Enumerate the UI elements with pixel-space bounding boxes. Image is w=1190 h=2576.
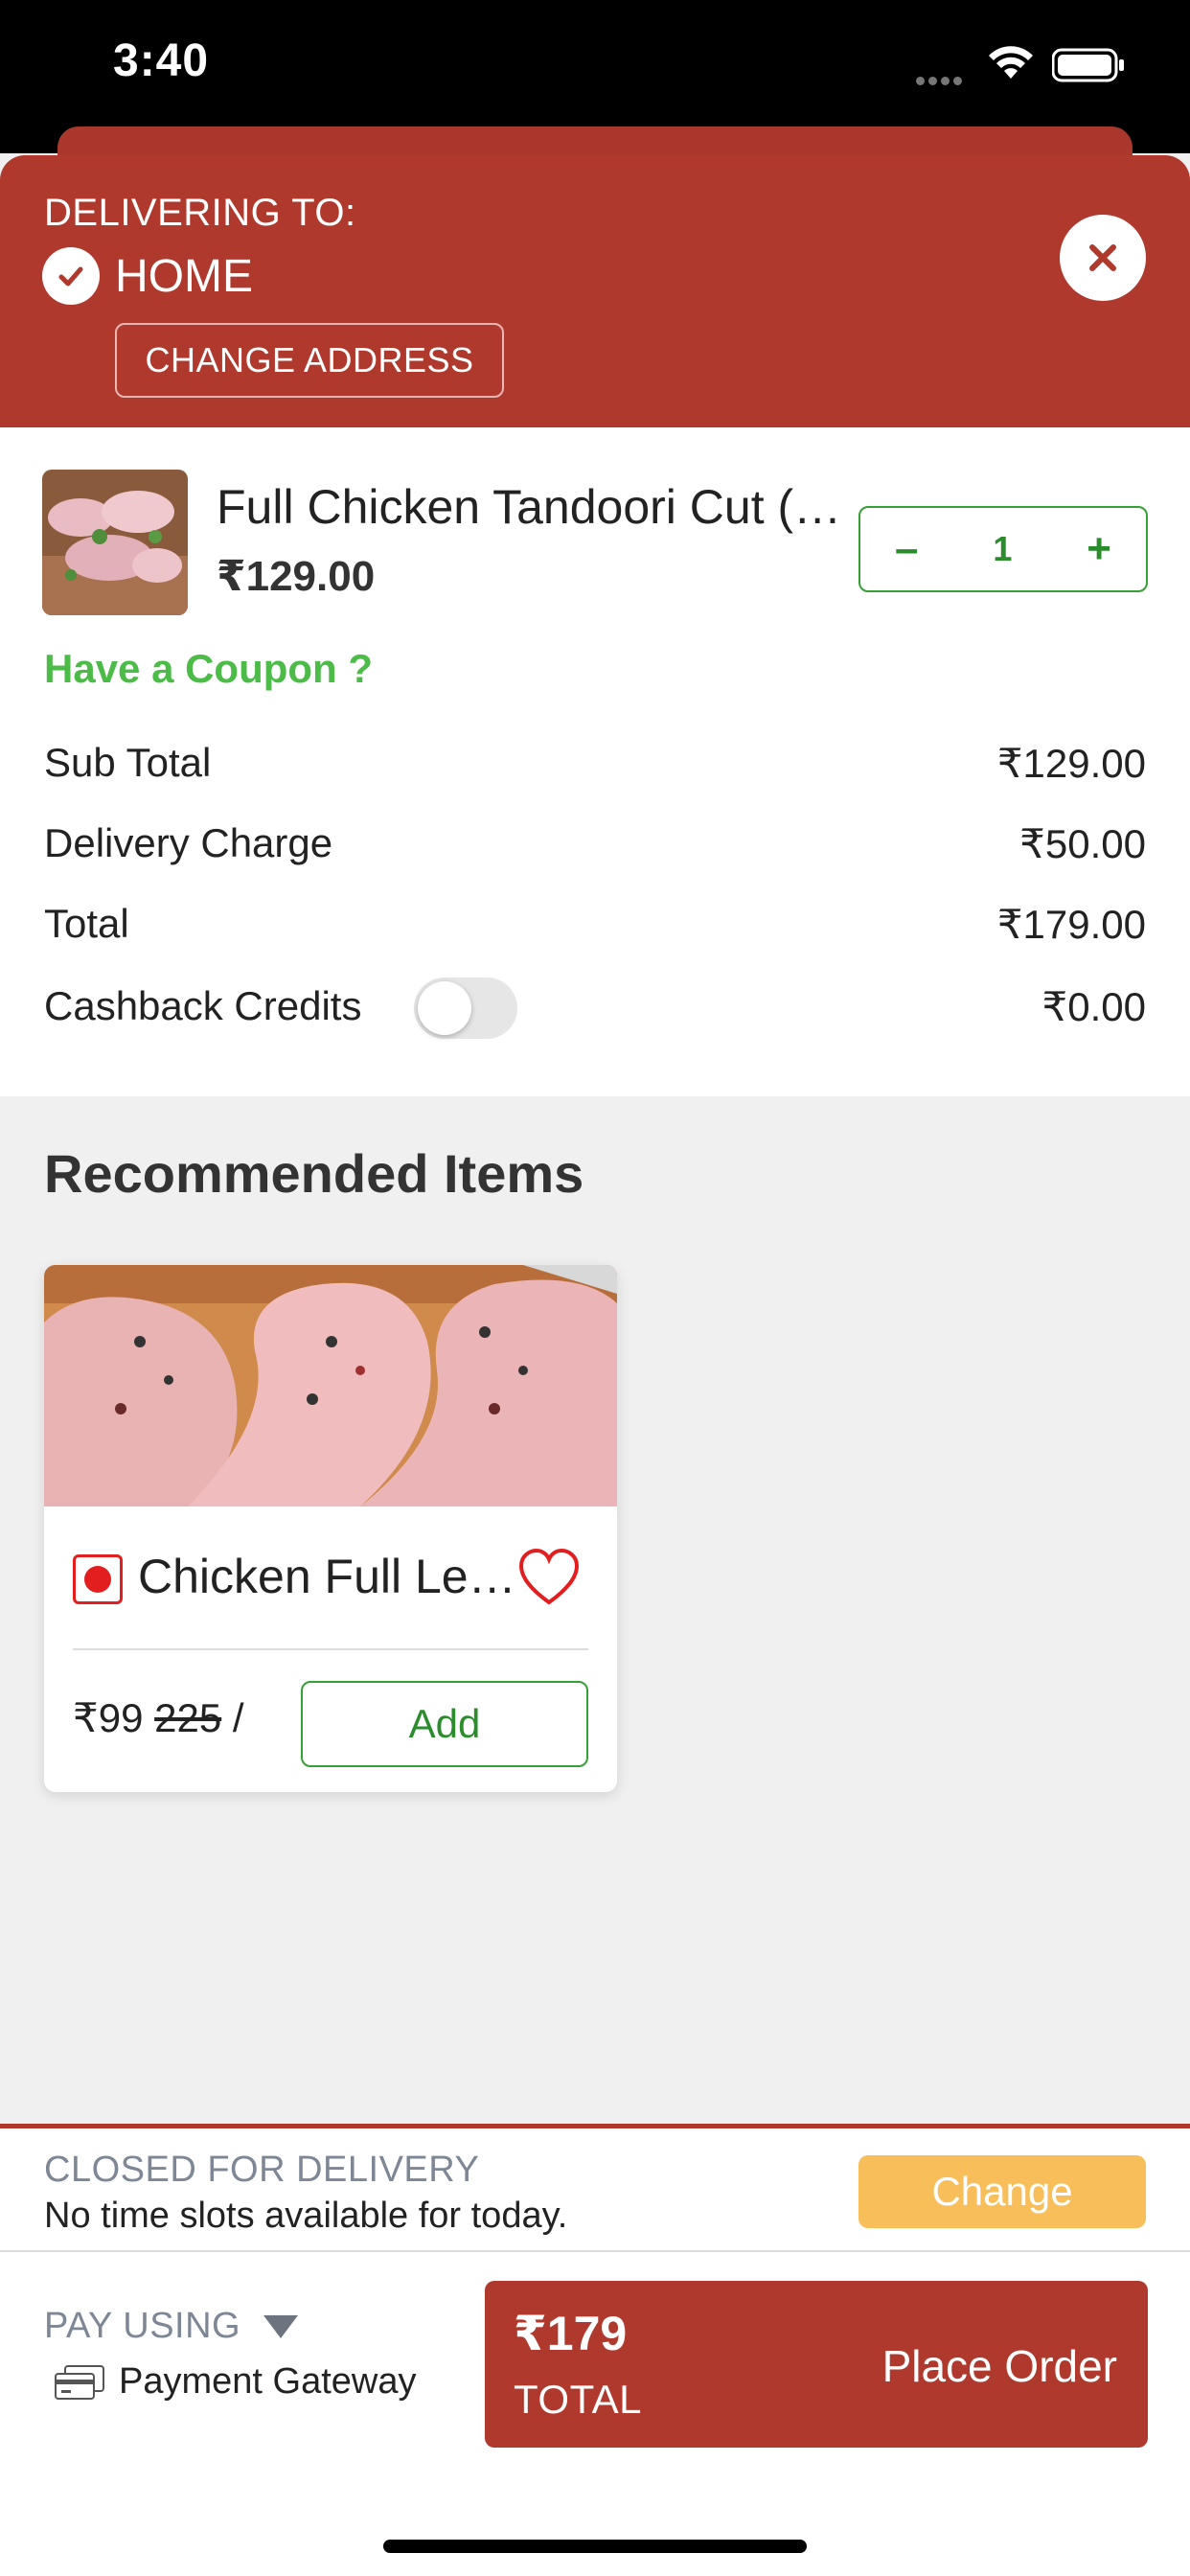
place-order-button[interactable]: ₹179 TOTAL Place Order (485, 2281, 1148, 2448)
wifi-icon (989, 46, 1033, 79)
product-name: Chicken Full Le… (138, 1550, 516, 1603)
delivering-to-label: DELIVERING TO: (44, 192, 356, 234)
dropdown-arrow-icon (263, 2314, 299, 2338)
status-time: 3:40 (113, 35, 210, 86)
total-value: ₹179.00 (996, 902, 1146, 947)
price-unit-separator: / (232, 1695, 244, 1740)
toggle-knob (418, 981, 471, 1035)
quantity-value: 1 (993, 529, 1013, 568)
closed-title: CLOSED FOR DELIVERY (44, 2150, 480, 2190)
close-button[interactable] (1060, 215, 1146, 301)
increase-button[interactable]: + (1087, 525, 1111, 573)
close-icon (1089, 244, 1116, 271)
item-name: Full Chicken Tandoori Cut (… (217, 480, 842, 534)
home-indicator (383, 2540, 807, 2553)
product-price: ₹99 225 / (73, 1694, 244, 1741)
address-name: HOME (115, 250, 253, 302)
signal-icon (916, 73, 970, 85)
coupon-link[interactable]: Have a Coupon ? (44, 646, 373, 692)
delivery-header: DELIVERING TO: HOME CHANGE ADDRESS (0, 155, 1190, 427)
check-icon (42, 247, 100, 305)
cart-screen: 3:40 DELIVERING TO: HOME CHANGE ADDRESS (0, 0, 1190, 2576)
order-total-label: TOTAL (514, 2377, 642, 2422)
place-order-label: Place Order (881, 2341, 1117, 2391)
change-slot-button[interactable]: Change (858, 2155, 1146, 2228)
price-value: ₹99 (73, 1695, 144, 1740)
add-to-cart-button[interactable]: Add (301, 1681, 588, 1767)
card-divider (73, 1648, 588, 1650)
delivery-charge-row: Delivery Charge ₹50.00 (44, 820, 1146, 867)
quantity-stepper: – 1 + (858, 506, 1148, 592)
product-image (44, 1265, 617, 1506)
selected-address: HOME (42, 247, 253, 305)
cashback-label: Cashback Credits (44, 983, 362, 1028)
order-total-amount: ₹179 (514, 2307, 628, 2360)
delivery-charge-label: Delivery Charge (44, 820, 333, 865)
recommended-card[interactable]: Chicken Full Le… ₹99 225 / Add (44, 1265, 617, 1792)
sub-total-row: Sub Total ₹129.00 (44, 740, 1146, 787)
cashback-value: ₹0.00 (1041, 984, 1146, 1029)
card-icon (55, 2364, 104, 2400)
payment-method: Payment Gateway (54, 2361, 416, 2403)
sub-total-label: Sub Total (44, 740, 212, 785)
change-address-button[interactable]: CHANGE ADDRESS (115, 323, 504, 398)
item-price: ₹129.00 (217, 553, 376, 600)
cashback-row: Cashback Credits ₹0.00 (44, 983, 1146, 1030)
payment-method-label: Payment Gateway (119, 2361, 417, 2402)
cart-section: Full Chicken Tandoori Cut (… ₹129.00 – 1… (0, 427, 1190, 1096)
non-veg-icon (73, 1554, 123, 1604)
total-label: Total (44, 901, 129, 946)
original-price: 225 (154, 1695, 222, 1740)
sub-total-value: ₹129.00 (996, 741, 1146, 786)
payment-bar: PAY USING Payment Gateway ₹179 TOTAL Pla… (0, 2252, 1190, 2576)
recommended-title: Recommended Items (44, 1143, 584, 1204)
delivery-charge-value: ₹50.00 (1019, 821, 1146, 866)
delivery-notice: CLOSED FOR DELIVERY No time slots availa… (0, 2124, 1190, 2252)
decrease-button[interactable]: – (895, 525, 918, 573)
battery-icon (1052, 48, 1124, 82)
pay-using-label: PAY USING (44, 2306, 241, 2346)
pay-using-selector[interactable]: PAY USING (44, 2306, 299, 2347)
item-thumbnail (42, 470, 188, 615)
closed-subtitle: No time slots available for today. (44, 2196, 568, 2236)
total-row: Total ₹179.00 (44, 901, 1146, 948)
cashback-toggle[interactable] (414, 978, 517, 1039)
favorite-heart-icon[interactable] (515, 1545, 583, 1612)
